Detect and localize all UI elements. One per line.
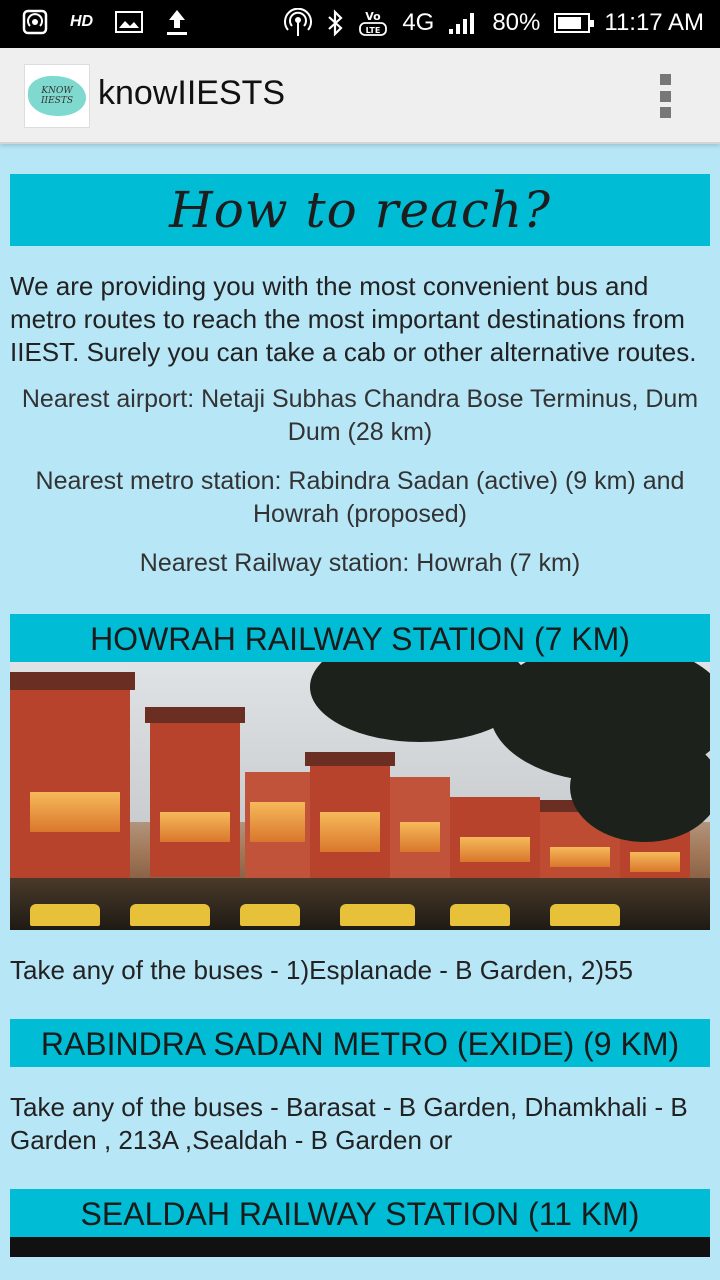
bluetooth-icon [326, 9, 344, 37]
page-title: How to reach? [169, 181, 551, 239]
volte-icon: Vo LTE [358, 8, 388, 38]
sealdah-photo-top [10, 1237, 710, 1257]
nearest-airport: Nearest airport: Netaji Subhas Chandra B… [21, 385, 699, 446]
intro-text: We are providing you with the most conve… [10, 271, 697, 367]
howrah-bus-routes: Take any of the buses - 1)Esplanade - B … [10, 955, 633, 985]
clock: 11:17 AM [604, 9, 704, 36]
howrah-station-photo [10, 662, 710, 930]
main-content[interactable]: How to reach? We are providing you with … [10, 174, 710, 1257]
image-icon [115, 11, 144, 33]
hotspot-icon [22, 9, 48, 35]
svg-text:LTE: LTE [366, 26, 381, 35]
svg-text:Vo: Vo [366, 10, 382, 23]
status-bar: HD Vo LTE 4G 80% 11:17 AM [0, 0, 720, 48]
section-sealdah-header: SEALDAH RAILWAY STATION (11 KM) [10, 1189, 710, 1237]
app-logo[interactable]: KNOW IIESTS [24, 64, 90, 128]
network-type: 4G [402, 9, 435, 36]
logo-blob: KNOW IIESTS [28, 76, 86, 116]
battery-percent: 80% [492, 9, 541, 36]
nearest-metro: Nearest metro station: Rabindra Sadan (a… [35, 467, 685, 528]
nearest-railway: Nearest Railway station: Howrah (7 km) [139, 549, 581, 577]
upload-icon [165, 8, 189, 36]
section-rabindra-sadan-header: RABINDRA SADAN METRO (EXIDE) (9 KM) [10, 1019, 710, 1067]
overflow-menu-icon[interactable] [660, 74, 672, 118]
app-title: knowIIESTS [98, 74, 286, 112]
section-howrah-header: HOWRAH RAILWAY STATION (7 KM) [10, 614, 710, 662]
app-bar: KNOW IIESTS knowIIESTS [0, 48, 720, 144]
signal-icon [448, 11, 478, 35]
rabindra-sadan-bus-routes: Take any of the buses - Barasat - B Gard… [10, 1092, 688, 1155]
logo-text: KNOW IIESTS [40, 86, 73, 106]
battery-icon [554, 13, 595, 33]
wifi-broadcast-icon [284, 8, 313, 38]
hd-indicator: HD [70, 13, 94, 30]
heading-banner: How to reach? [10, 174, 710, 246]
